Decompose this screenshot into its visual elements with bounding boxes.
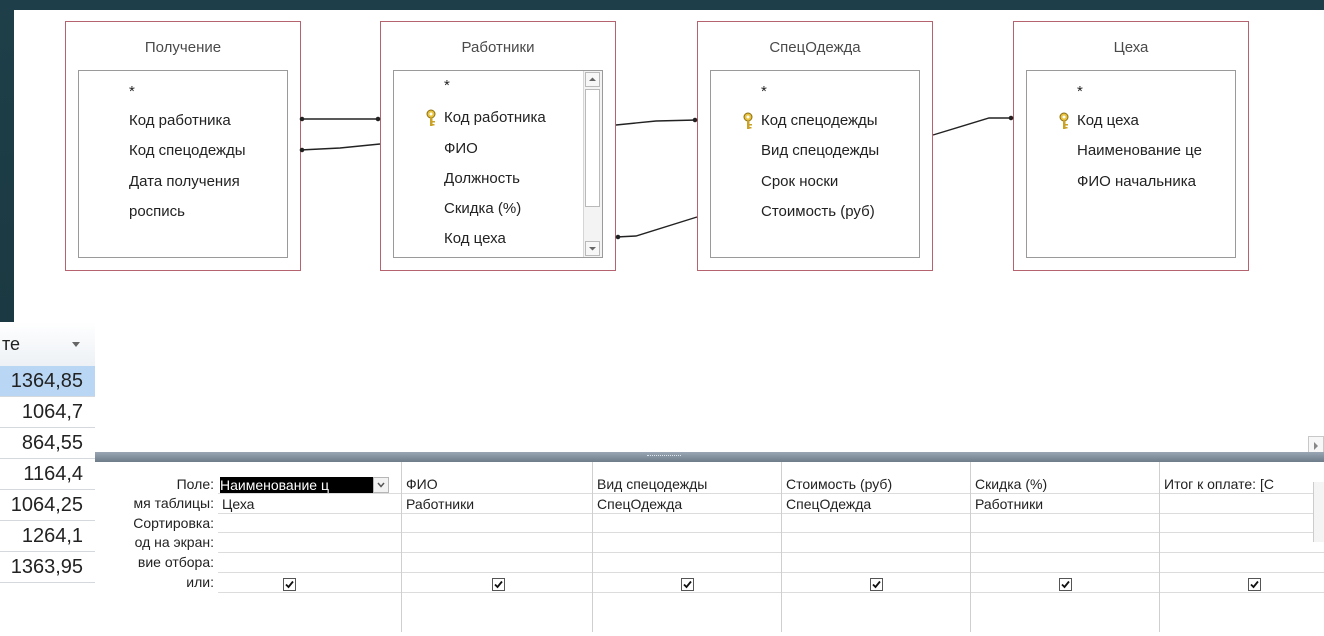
field-dropdown-button[interactable] [373,477,389,493]
grid-table-cell-5[interactable]: Работники [975,496,1043,512]
relation-line-kod-specodezhdy-2 [615,119,698,126]
column-header[interactable]: те [0,322,95,367]
grid-field-cell-4[interactable]: Стоимость (руб) [786,476,892,492]
grid-field-cell-5[interactable]: Скидка (%) [975,476,1047,492]
row-label-sort: Сортировка: [133,515,214,531]
grid-table-cell-2[interactable]: Работники [406,496,474,512]
query-design-area: Получение * Код работника Код спецодежды… [14,10,1324,462]
relation-line-kod-ceha [615,216,698,238]
show-checkbox-1[interactable] [283,578,296,591]
row-label-criteria: вие отбора: [137,554,214,570]
grid-column-divider [592,462,593,632]
datasheet-fragment: те 1364,85 1064,7 864,55 1164,4 1064,25 … [0,322,95,636]
row-label-or: или: [186,574,214,590]
splitter-grip[interactable] [647,455,681,459]
row-label-show: од на экран: [134,534,214,550]
grid-column-divider [970,462,971,632]
query-grid: Поле: мя таблицы: Сортировка: од на экра… [95,462,1324,636]
grid-table-cell-3[interactable]: СпецОдежда [597,496,682,512]
datasheet-row[interactable]: 1363,95 [0,552,95,583]
datasheet-row[interactable]: 1064,25 [0,490,95,521]
datasheet-row[interactable]: 1264,1 [0,521,95,552]
grid-field-cell-3[interactable]: Вид спецодежды [597,476,707,492]
grid-field-cell-2[interactable]: ФИО [406,476,438,492]
show-checkbox-4[interactable] [870,578,883,591]
relation-line-kod-specodezhdy [299,143,381,151]
show-checkbox-3[interactable] [681,578,694,591]
grid-table-cell-1[interactable]: Цеха [222,496,254,512]
show-checkbox-5[interactable] [1059,578,1072,591]
grid-vertical-scrollbar[interactable] [1313,482,1324,542]
chevron-down-icon [377,482,385,488]
grid-column-divider [401,462,402,632]
grid-column-divider [1159,462,1160,632]
grid-field-cell-6[interactable]: Итог к оплате: [С [1164,476,1274,492]
pane-splitter[interactable] [95,452,1324,462]
row-label-table: мя таблицы: [133,495,215,511]
grid-column-divider [781,462,782,632]
field-value-selected[interactable]: Наименование ц [220,477,373,493]
datasheet-row[interactable]: 864,55 [0,428,95,459]
show-checkbox-2[interactable] [492,578,505,591]
row-label-field: Поле: [176,476,214,492]
datasheet-row[interactable]: 1364,85 [0,366,95,397]
relationship-lines [299,115,1014,240]
grid-table-cell-4[interactable]: СпецОдежда [786,496,871,512]
datasheet-row[interactable]: 1064,7 [0,397,95,428]
show-checkbox-6[interactable] [1248,578,1261,591]
sort-dropdown-icon[interactable] [72,342,80,347]
relation-line-ceha [932,117,1013,136]
datasheet-row[interactable]: 1164,4 [0,459,95,490]
grid-field-cell-1[interactable]: Наименование ц [218,475,399,495]
